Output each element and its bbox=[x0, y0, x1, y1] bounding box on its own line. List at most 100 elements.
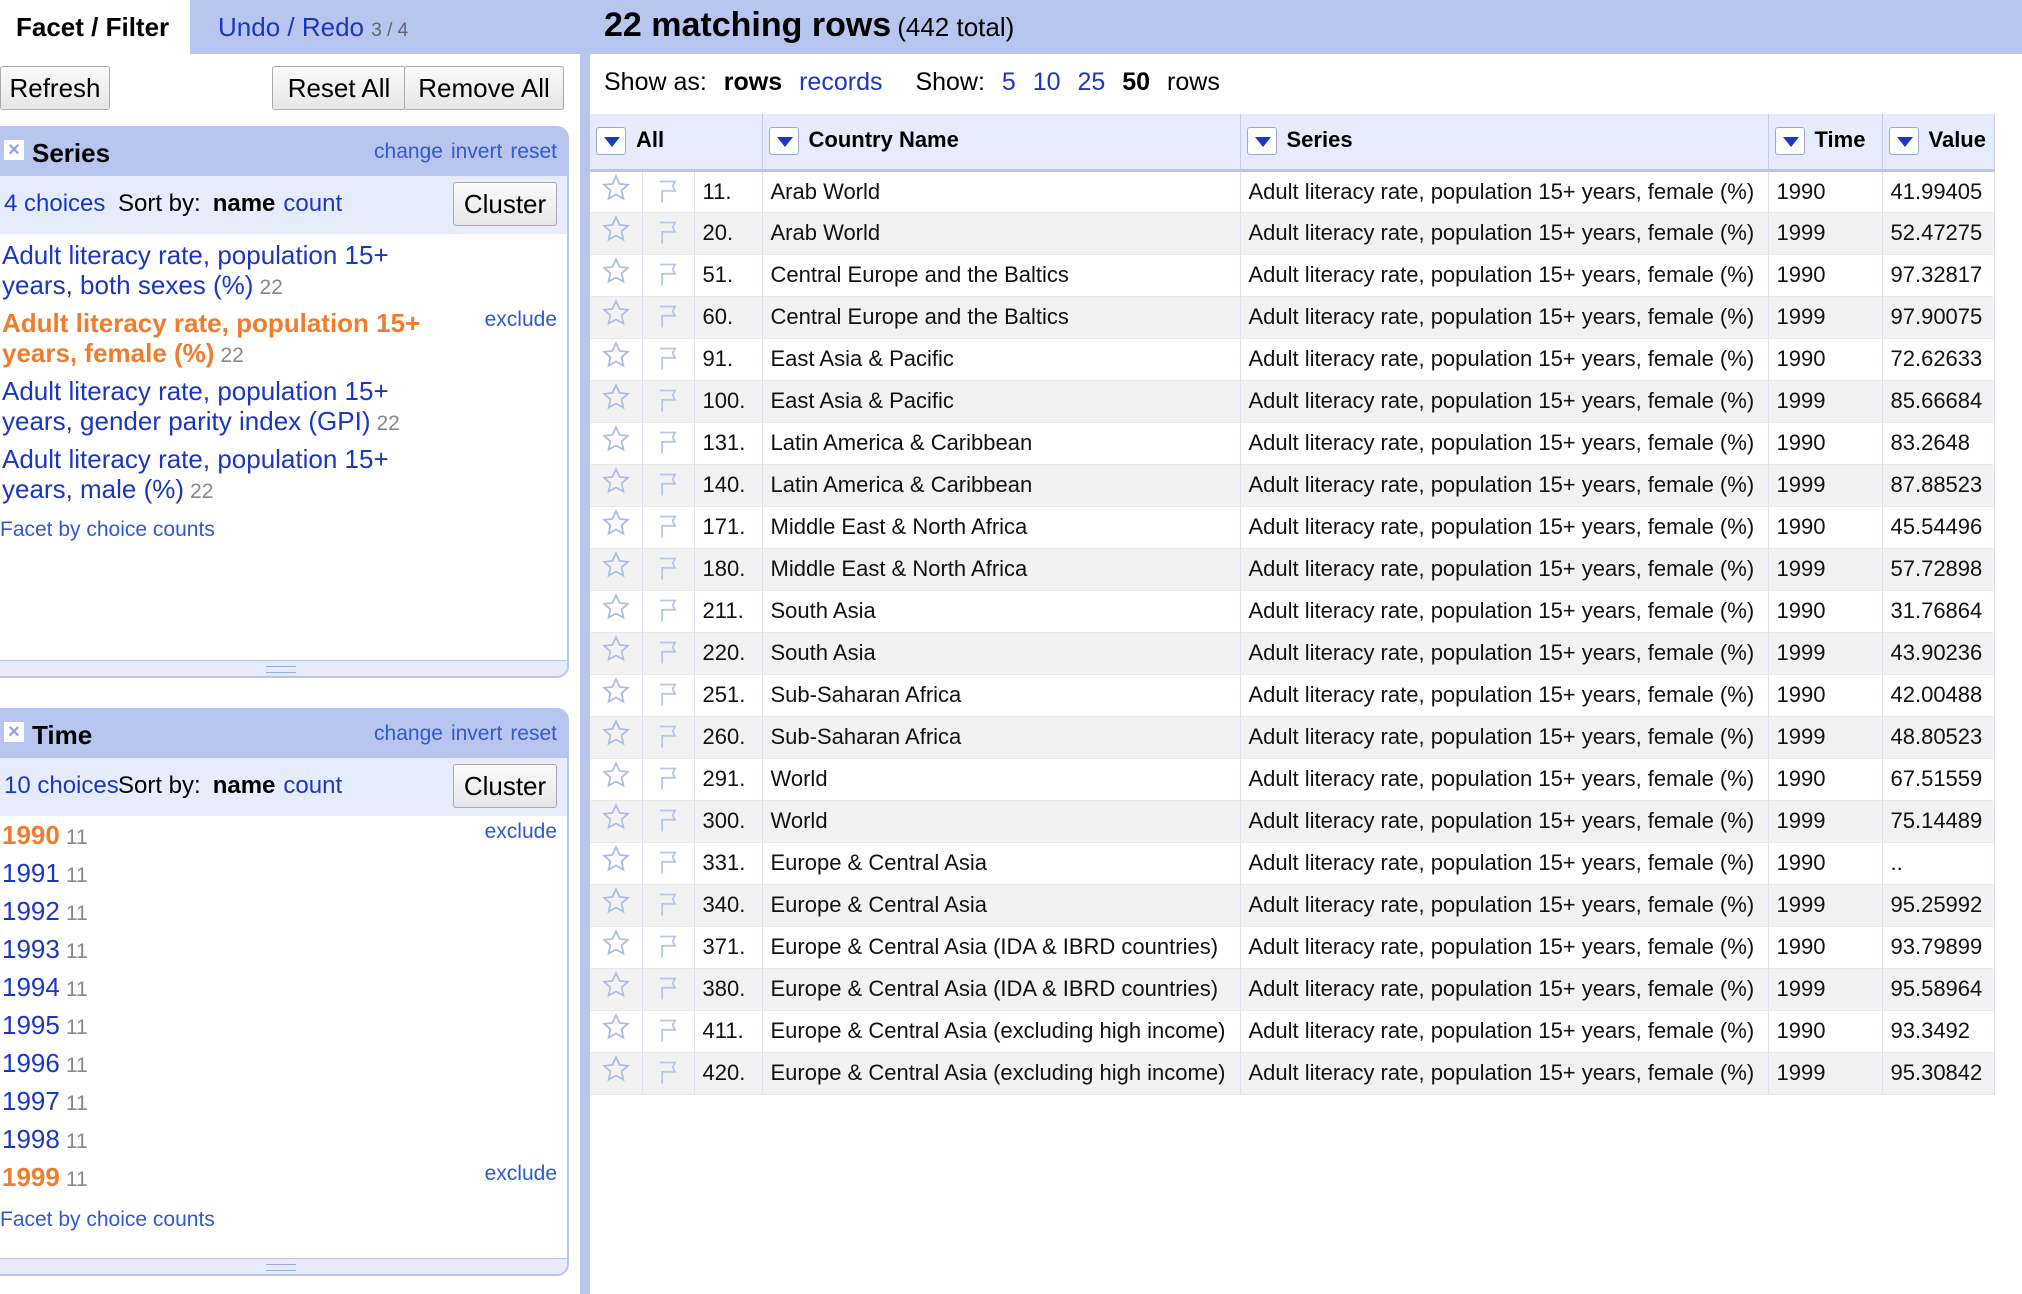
cell-value[interactable]: 75.14489 bbox=[1882, 800, 1995, 843]
resize-handle[interactable] bbox=[0, 1258, 567, 1274]
cell-series[interactable]: Adult literacy rate, population 15+ year… bbox=[1240, 212, 1769, 255]
cell-time[interactable]: 1999 bbox=[1768, 464, 1883, 507]
flag-icon[interactable] bbox=[642, 968, 695, 1011]
cell-series[interactable]: Adult literacy rate, population 15+ year… bbox=[1240, 674, 1769, 717]
reset-link[interactable]: reset bbox=[510, 722, 557, 745]
cell-series[interactable]: Adult literacy rate, population 15+ year… bbox=[1240, 1010, 1769, 1053]
star-icon[interactable] bbox=[590, 296, 643, 339]
cell-country-name[interactable]: Latin America & Caribbean bbox=[762, 464, 1241, 507]
cell-time[interactable]: 1999 bbox=[1768, 548, 1883, 591]
change-link[interactable]: change bbox=[374, 140, 443, 163]
flag-icon[interactable] bbox=[642, 296, 695, 339]
cell-time[interactable]: 1999 bbox=[1768, 800, 1883, 843]
cell-country-name[interactable]: Middle East & North Africa bbox=[762, 506, 1241, 549]
flag-icon[interactable] bbox=[642, 170, 695, 213]
cell-country-name[interactable]: World bbox=[762, 800, 1241, 843]
star-icon[interactable] bbox=[590, 422, 643, 465]
flag-icon[interactable] bbox=[642, 716, 695, 759]
sort-count-link[interactable]: count bbox=[283, 190, 342, 217]
chevron-down-icon[interactable] bbox=[1774, 127, 1805, 156]
flag-icon[interactable] bbox=[642, 464, 695, 507]
view-records-link[interactable]: records bbox=[799, 68, 882, 96]
cell-series[interactable]: Adult literacy rate, population 15+ year… bbox=[1240, 548, 1769, 591]
cell-series[interactable]: Adult literacy rate, population 15+ year… bbox=[1240, 884, 1769, 927]
cell-series[interactable]: Adult literacy rate, population 15+ year… bbox=[1240, 716, 1769, 759]
cell-value[interactable]: 87.88523 bbox=[1882, 464, 1995, 507]
star-icon[interactable] bbox=[590, 506, 643, 549]
star-icon[interactable] bbox=[590, 380, 643, 423]
flag-icon[interactable] bbox=[642, 800, 695, 843]
facet-choice[interactable]: 1994 11 bbox=[2, 972, 88, 1005]
facet-choice[interactable]: Adult literacy rate, population 15+ years… bbox=[2, 240, 389, 303]
cell-series[interactable]: Adult literacy rate, population 15+ year… bbox=[1240, 464, 1769, 507]
star-icon[interactable] bbox=[590, 1052, 643, 1095]
cell-country-name[interactable]: East Asia & Pacific bbox=[762, 338, 1241, 381]
reset-link[interactable]: reset bbox=[510, 140, 557, 163]
cell-value[interactable]: 57.72898 bbox=[1882, 548, 1995, 591]
cell-value[interactable]: 43.90236 bbox=[1882, 632, 1995, 675]
cell-series[interactable]: Adult literacy rate, population 15+ year… bbox=[1240, 170, 1769, 213]
refresh-button[interactable]: Refresh bbox=[0, 66, 110, 110]
cell-country-name[interactable]: Sub-Saharan Africa bbox=[762, 716, 1241, 759]
star-icon[interactable] bbox=[590, 590, 643, 633]
cell-country-name[interactable]: Middle East & North Africa bbox=[762, 548, 1241, 591]
facet-by-choice-counts-link[interactable]: Facet by choice counts bbox=[0, 1208, 215, 1232]
cell-country-name[interactable]: Central Europe and the Baltics bbox=[762, 254, 1241, 297]
facet-choice-selected[interactable]: Adult literacy rate, population 15+ years… bbox=[2, 308, 420, 371]
cell-time[interactable]: 1990 bbox=[1768, 506, 1883, 549]
flag-icon[interactable] bbox=[642, 1052, 695, 1095]
flag-icon[interactable] bbox=[642, 926, 695, 969]
cell-series[interactable]: Adult literacy rate, population 15+ year… bbox=[1240, 968, 1769, 1011]
facet-choice[interactable]: 1995 11 bbox=[2, 1010, 88, 1043]
page-size-10[interactable]: 10 bbox=[1033, 68, 1061, 96]
resize-handle[interactable] bbox=[0, 660, 567, 676]
cell-value[interactable]: 93.79899 bbox=[1882, 926, 1995, 969]
cell-value[interactable]: 95.30842 bbox=[1882, 1052, 1995, 1095]
flag-icon[interactable] bbox=[642, 506, 695, 549]
flag-icon[interactable] bbox=[642, 674, 695, 717]
cell-series[interactable]: Adult literacy rate, population 15+ year… bbox=[1240, 296, 1769, 339]
exclude-link[interactable]: exclude bbox=[485, 308, 557, 332]
cell-series[interactable]: Adult literacy rate, population 15+ year… bbox=[1240, 380, 1769, 423]
cell-value[interactable]: 97.90075 bbox=[1882, 296, 1995, 339]
invert-link[interactable]: invert bbox=[451, 722, 502, 745]
cell-time[interactable]: 1990 bbox=[1768, 842, 1883, 885]
exclude-link[interactable]: exclude bbox=[485, 1162, 557, 1186]
cell-time[interactable]: 1990 bbox=[1768, 254, 1883, 297]
cell-country-name[interactable]: Europe & Central Asia bbox=[762, 884, 1241, 927]
chevron-down-icon[interactable] bbox=[1888, 127, 1919, 156]
cell-country-name[interactable]: Central Europe and the Baltics bbox=[762, 296, 1241, 339]
cell-time[interactable]: 1990 bbox=[1768, 590, 1883, 633]
star-icon[interactable] bbox=[590, 716, 643, 759]
star-icon[interactable] bbox=[590, 674, 643, 717]
cell-series[interactable]: Adult literacy rate, population 15+ year… bbox=[1240, 590, 1769, 633]
star-icon[interactable] bbox=[590, 254, 643, 297]
facet-choice[interactable]: 1992 11 bbox=[2, 896, 88, 929]
star-icon[interactable] bbox=[590, 1010, 643, 1053]
cell-series[interactable]: Adult literacy rate, population 15+ year… bbox=[1240, 758, 1769, 801]
star-icon[interactable] bbox=[590, 338, 643, 381]
chevron-down-icon[interactable] bbox=[1246, 127, 1277, 156]
invert-link[interactable]: invert bbox=[451, 140, 502, 163]
cell-country-name[interactable]: Europe & Central Asia bbox=[762, 842, 1241, 885]
facet-choice-selected[interactable]: 1990 11 bbox=[2, 820, 88, 853]
star-icon[interactable] bbox=[590, 632, 643, 675]
cell-time[interactable]: 1999 bbox=[1768, 212, 1883, 255]
star-icon[interactable] bbox=[590, 758, 643, 801]
cell-country-name[interactable]: South Asia bbox=[762, 632, 1241, 675]
change-link[interactable]: change bbox=[374, 722, 443, 745]
chevron-down-icon[interactable] bbox=[768, 127, 799, 156]
tab-facet-filter[interactable]: Facet / Filter bbox=[0, 0, 190, 54]
cell-value[interactable]: 42.00488 bbox=[1882, 674, 1995, 717]
cell-value[interactable]: 45.54496 bbox=[1882, 506, 1995, 549]
cell-time[interactable]: 1999 bbox=[1768, 968, 1883, 1011]
cluster-button[interactable]: Cluster bbox=[453, 764, 557, 808]
cell-country-name[interactable]: Arab World bbox=[762, 170, 1241, 213]
remove-all-button[interactable]: Remove All bbox=[404, 66, 564, 110]
cell-time[interactable]: 1990 bbox=[1768, 674, 1883, 717]
facet-choice[interactable]: 1997 11 bbox=[2, 1086, 88, 1119]
flag-icon[interactable] bbox=[642, 254, 695, 297]
flag-icon[interactable] bbox=[642, 590, 695, 633]
page-size-25[interactable]: 25 bbox=[1078, 68, 1106, 96]
star-icon[interactable] bbox=[590, 548, 643, 591]
